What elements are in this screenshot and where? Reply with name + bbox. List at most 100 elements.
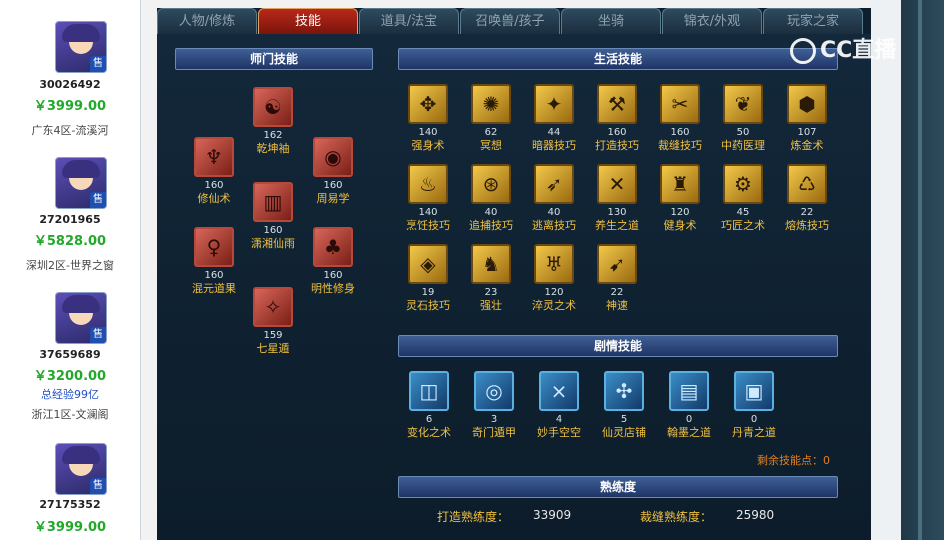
master-skill-icon: ♀: [194, 227, 234, 267]
skill-name: 七星遁: [256, 342, 290, 355]
skill-level: 50: [736, 127, 750, 138]
skill-level: 120: [670, 207, 690, 218]
life-skill[interactable]: ♨ 140 烹饪技巧: [398, 164, 458, 232]
life-skill[interactable]: ♞ 23 强壮: [461, 244, 521, 312]
listing-id: 27201965: [39, 213, 101, 226]
life-skill[interactable]: ♜ 120 健身术: [650, 164, 710, 232]
tab-items-treasures[interactable]: 道具/法宝: [359, 8, 459, 34]
master-skill-icon: ▥: [253, 182, 293, 222]
skill-level: 44: [547, 127, 561, 138]
listing-server: 深圳2区-世界之窗: [26, 259, 114, 272]
avatar[interactable]: 售: [55, 157, 107, 209]
life-skill[interactable]: ⚙ 45 巧匠之术: [713, 164, 773, 232]
skill-name: 养生之道: [595, 219, 639, 232]
tab-bar: 人物/修炼 技能 道具/法宝 召唤兽/孩子 坐骑 锦衣/外观 玩家之家: [157, 8, 871, 34]
life-skill[interactable]: ⚒ 160 打造技巧: [587, 84, 647, 152]
skill-name: 冥想: [480, 139, 502, 152]
tab-skills[interactable]: 技能: [258, 8, 358, 34]
skill-level: 160: [323, 270, 343, 281]
life-skill-icon: ✕: [597, 164, 637, 204]
avatar[interactable]: 售: [55, 21, 107, 73]
scroll-strip: [901, 0, 944, 540]
tab-player-home[interactable]: 玩家之家: [763, 8, 863, 34]
skill-level: 3: [490, 414, 498, 425]
character-panel: 人物/修炼 技能 道具/法宝 召唤兽/孩子 坐骑 锦衣/外观 玩家之家 师门技能…: [157, 8, 871, 540]
tab-character-cultivation[interactable]: 人物/修炼: [157, 8, 257, 34]
life-skill-icon: ✂: [660, 84, 700, 124]
skill-level: 40: [547, 207, 561, 218]
skill-name: 强身术: [411, 139, 445, 152]
skill-level: 160: [204, 270, 224, 281]
plot-skill[interactable]: ⨯ 4 妙手空空: [529, 371, 589, 439]
skill-level: 162: [263, 130, 283, 141]
skill-name: 变化之术: [407, 426, 451, 439]
life-skill-icon: ➶: [534, 164, 574, 204]
listing-note: 总经验99亿: [41, 388, 99, 401]
master-skill-icon: ◉: [313, 137, 353, 177]
life-skill[interactable]: ❦ 50 中药医理: [713, 84, 773, 152]
plot-skill[interactable]: ◎ 3 奇门遁甲: [464, 371, 524, 439]
master-skill[interactable]: ☯ 162 乾坤袖: [243, 87, 303, 155]
life-skill[interactable]: ✥ 140 强身术: [398, 84, 458, 152]
life-skill-icon: ✥: [408, 84, 448, 124]
tab-outfits[interactable]: 锦衣/外观: [662, 8, 762, 34]
master-skill[interactable]: ♆ 160 修仙术: [184, 137, 244, 205]
skill-name: 神速: [606, 299, 628, 312]
plot-skill-icon: ⨯: [539, 371, 579, 411]
life-skill[interactable]: ✦ 44 暗器技巧: [524, 84, 584, 152]
skill-name: 妙手空空: [537, 426, 581, 439]
life-skill[interactable]: ◈ 19 灵石技巧: [398, 244, 458, 312]
skill-name: 潇湘仙雨: [251, 237, 295, 250]
tab-mounts[interactable]: 坐骑: [561, 8, 661, 34]
skill-name: 强壮: [480, 299, 502, 312]
master-skill[interactable]: ✧ 159 七星遁: [243, 287, 303, 355]
master-skill[interactable]: ♀ 160 混元道果: [184, 227, 244, 295]
skill-name: 中药医理: [721, 139, 765, 152]
life-skill[interactable]: ♺ 22 熔炼技巧: [777, 164, 837, 232]
section-life-skills: 生活技能: [398, 48, 838, 70]
skill-level: 40: [484, 207, 498, 218]
plot-skill[interactable]: ✣ 5 仙灵店铺: [594, 371, 654, 439]
life-skill[interactable]: ➹ 22 神速: [587, 244, 647, 312]
life-skill[interactable]: ✂ 160 裁缝技巧: [650, 84, 710, 152]
life-skill-icon: ➹: [597, 244, 637, 284]
skill-name: 混元道果: [192, 282, 236, 295]
avatar[interactable]: 售: [55, 292, 107, 344]
remaining-skill-points: 剩余技能点：0: [757, 454, 830, 467]
listing-sidebar: 售 30026492 ￥3999.00 广东4区-流溪河 售 27201965 …: [0, 0, 141, 540]
sale-tag: 售: [90, 192, 106, 208]
listing-price: ￥3999.00: [33, 99, 107, 114]
life-skill[interactable]: ✕ 130 养生之道: [587, 164, 647, 232]
life-skill-icon: ✺: [471, 84, 511, 124]
life-skill-icon: ♞: [471, 244, 511, 284]
listing-server: 广东4区-流溪河: [31, 124, 109, 137]
life-skill-icon: ♅: [534, 244, 574, 284]
life-skill[interactable]: ⬢ 107 炼金术: [777, 84, 837, 152]
scroll-track[interactable]: [918, 0, 922, 540]
skill-name: 熔炼技巧: [785, 219, 829, 232]
skill-name: 明性修身: [311, 282, 355, 295]
life-skill-icon: ◈: [408, 244, 448, 284]
plot-skill[interactable]: ◫ 6 变化之术: [399, 371, 459, 439]
skill-level: 107: [797, 127, 817, 138]
plot-skill-icon: ▣: [734, 371, 774, 411]
stream-watermark: CC直播: [790, 32, 896, 64]
master-skill[interactable]: ▥ 160 潇湘仙雨: [243, 182, 303, 250]
plot-skill[interactable]: ▣ 0 丹青之道: [724, 371, 784, 439]
master-skill[interactable]: ◉ 160 周易学: [303, 137, 363, 205]
skill-level: 6: [425, 414, 433, 425]
master-skill[interactable]: ♣ 160 明性修身: [303, 227, 363, 295]
plot-skill[interactable]: ▤ 0 翰墨之道: [659, 371, 719, 439]
skill-name: 仙灵店铺: [602, 426, 646, 439]
avatar[interactable]: 售: [55, 443, 107, 495]
life-skill[interactable]: ⊛ 40 追捕技巧: [461, 164, 521, 232]
life-skill-icon: ♜: [660, 164, 700, 204]
skill-level: 140: [418, 207, 438, 218]
life-skill[interactable]: ➶ 40 逃离技巧: [524, 164, 584, 232]
skill-name: 逃离技巧: [532, 219, 576, 232]
tailor-proficiency-label: 裁缝熟练度：: [640, 510, 713, 524]
life-skill[interactable]: ✺ 62 冥想: [461, 84, 521, 152]
life-skill[interactable]: ♅ 120 淬灵之术: [524, 244, 584, 312]
skill-level: 0: [685, 414, 693, 425]
tab-pets-children[interactable]: 召唤兽/孩子: [460, 8, 560, 34]
